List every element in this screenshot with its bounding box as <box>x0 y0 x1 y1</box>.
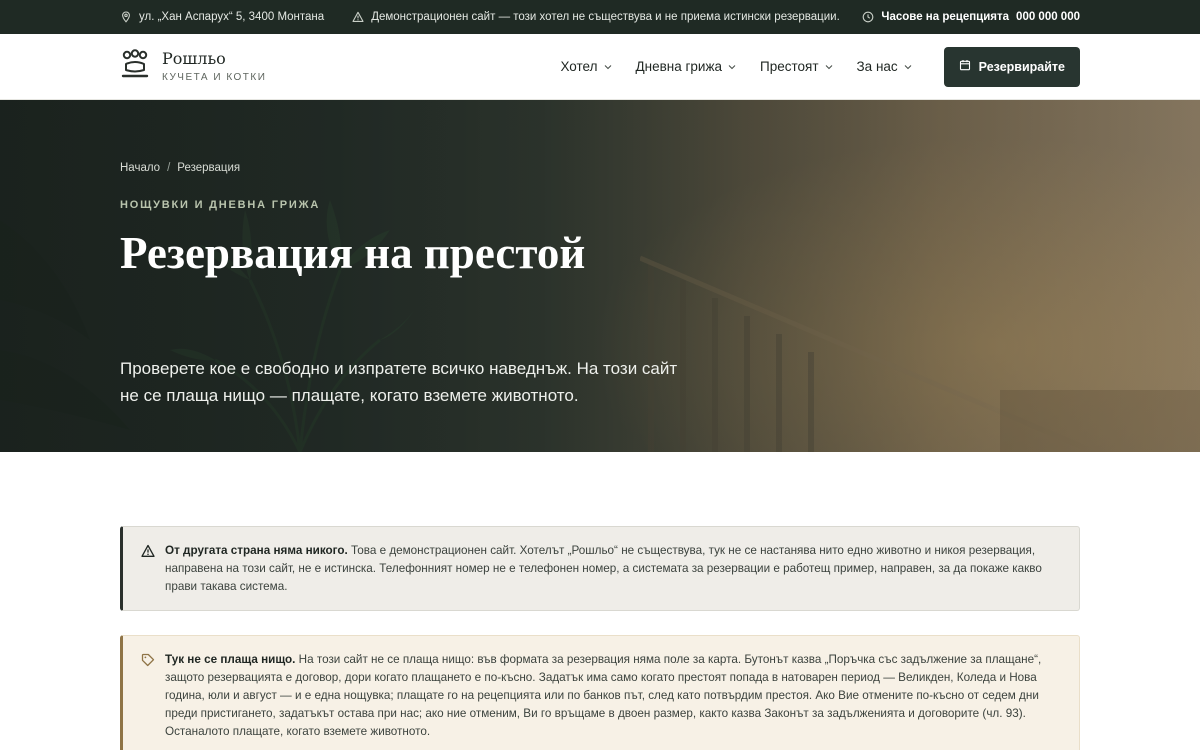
nav-item-label: Дневна грижа <box>635 59 723 74</box>
hero-banner: Начало / Резервация НОЩУВКИ И ДНЕВНА ГРИ… <box>0 100 1200 452</box>
chevron-down-icon <box>825 64 833 70</box>
nav-item-label: Престоят <box>760 59 819 74</box>
demo-warning-notice: От другата страна няма никого. Това е де… <box>120 526 1080 611</box>
nav-item-about[interactable]: За нас <box>857 59 912 74</box>
nav-item-stay[interactable]: Престоят <box>760 59 833 74</box>
reception-label: Часове на рецепцията <box>881 11 1010 23</box>
notice-text: От другата страна няма никого. Това е де… <box>165 542 1059 596</box>
chevron-down-icon <box>728 64 736 70</box>
top-bar-left: ул. „Хан Аспарух“ 5, 3400 Монтана Демонс… <box>120 11 840 23</box>
notice-title: Тук не се плаща нищо. <box>165 653 296 666</box>
page-title: Резервация на престой <box>120 228 586 278</box>
reception-phone[interactable]: 000 000 000 <box>1016 11 1080 23</box>
location-pin-icon <box>120 11 132 23</box>
demo-notice-text: Демонстрационен сайт — този хотел не същ… <box>371 11 840 23</box>
top-bar: ул. „Хан Аспарух“ 5, 3400 Монтана Демонс… <box>0 0 1200 34</box>
breadcrumb-current: Резервация <box>177 162 241 174</box>
paw-logo-icon <box>120 49 150 84</box>
nav-item-daycare[interactable]: Дневна грижа <box>636 59 737 74</box>
tag-icon <box>141 651 155 741</box>
nav-item-label: Хотел <box>560 59 598 74</box>
brand-logo[interactable]: Рошльо КУЧЕТА И КОТКИ <box>120 49 266 84</box>
address-item: ул. „Хан Аспарух“ 5, 3400 Монтана <box>120 11 324 23</box>
breadcrumb-home-link[interactable]: Начало <box>120 162 160 174</box>
address-text: ул. „Хан Аспарух“ 5, 3400 Монтана <box>139 11 325 23</box>
chevron-down-icon <box>604 64 612 70</box>
notice-title: От другата страна няма никого. <box>165 544 348 557</box>
brand-tagline: КУЧЕТА И КОТКИ <box>162 71 267 83</box>
warning-icon <box>352 11 364 23</box>
payment-notice: Тук не се плаща нищо. На този сайт не се… <box>120 635 1080 750</box>
breadcrumb: Начало / Резервация <box>120 162 240 174</box>
brand-name: Рошльо <box>162 49 226 69</box>
demo-notice-item: Демонстрационен сайт — този хотел не същ… <box>352 11 840 23</box>
notice-body: На този сайт не се плаща нищо: във форма… <box>165 653 1042 738</box>
reception-hours: Часове на рецепцията 000 000 000 <box>862 11 1080 23</box>
clock-icon <box>862 11 874 23</box>
brand-text: Рошльо КУЧЕТА И КОТКИ <box>162 50 266 83</box>
hero-lead: Проверете кое е свободно и изпратете вси… <box>120 359 678 405</box>
calendar-icon <box>959 59 971 74</box>
nav-item-label: За нас <box>856 59 898 74</box>
main-nav: Хотел Дневна грижа Престоят За нас <box>560 59 912 74</box>
breadcrumb-separator: / <box>167 162 171 174</box>
site-header: Рошльо КУЧЕТА И КОТКИ Хотел Дневна грижа… <box>0 34 1200 100</box>
notice-text: Тук не се плаща нищо. На този сайт не се… <box>165 651 1059 741</box>
warning-icon <box>141 542 155 596</box>
nav-item-hotel[interactable]: Хотел <box>560 59 611 74</box>
book-button-label: Резервирайте <box>978 59 1065 74</box>
book-button[interactable]: Резервирайте <box>943 46 1080 87</box>
chevron-down-icon <box>904 64 912 70</box>
notices-section: От другата страна няма никого. Това е де… <box>0 452 1200 750</box>
hero-eyebrow: НОЩУВКИ И ДНЕВНА ГРИЖА <box>120 199 321 211</box>
